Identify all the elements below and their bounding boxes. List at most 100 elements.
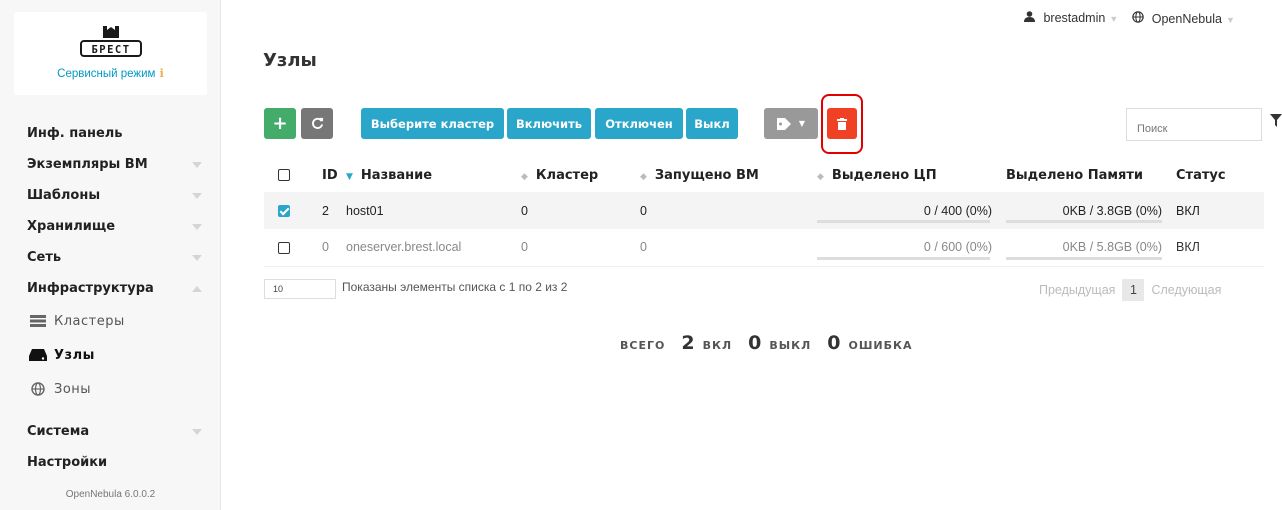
- checkbox-icon: [278, 169, 290, 181]
- tag-icon: [776, 117, 791, 130]
- sidebar-item-settings[interactable]: Настройки: [27, 447, 202, 478]
- cpu-meter-text: 0 / 400 (0%): [923, 203, 992, 218]
- column-id[interactable]: ID: [302, 158, 346, 192]
- table-row[interactable]: 0 oneserver.brest.local 0 0 0 / 600 (0%)…: [264, 229, 1264, 267]
- search-input[interactable]: [1126, 108, 1262, 141]
- chevron-down-icon: [192, 223, 202, 230]
- chevron-down-icon: [192, 254, 202, 261]
- page-number-button[interactable]: 1: [1122, 279, 1145, 301]
- enable-button[interactable]: Включить: [507, 108, 591, 139]
- disable-button[interactable]: Отключен: [595, 108, 683, 139]
- column-label: Статус: [1176, 167, 1226, 183]
- sidebar-item-label: Узлы: [54, 347, 95, 363]
- sidebar-item-storage[interactable]: Хранилище: [27, 211, 202, 242]
- service-mode-label: Сервисный режим: [57, 68, 156, 80]
- zone-name: OpenNebula: [1151, 12, 1222, 26]
- page-title: Узлы: [263, 50, 317, 71]
- zone-menu[interactable]: OpenNebula ▼: [1132, 11, 1235, 26]
- sidebar-item-vms[interactable]: Экземпляры ВМ: [27, 149, 202, 180]
- refresh-button[interactable]: [301, 108, 333, 139]
- logo-text: БРЕСТ: [91, 44, 130, 56]
- sort-icon: ◆: [817, 171, 824, 182]
- cpu-meter-bar: [817, 220, 990, 223]
- sidebar-item-label: Кластеры: [54, 313, 125, 329]
- sidebar-item-label: Хранилище: [27, 219, 116, 234]
- column-label: Запущено ВМ: [654, 167, 759, 183]
- memory-meter-text: 0KB / 5.8GB (0%): [1062, 240, 1162, 255]
- column-running-vms[interactable]: ◆ Запущено ВМ: [640, 158, 817, 192]
- row-checkbox[interactable]: [264, 229, 302, 267]
- pagination: Предыдущая 1 Следующая: [1039, 279, 1221, 301]
- cell-name: oneserver.brest.local: [346, 229, 521, 267]
- sidebar-item-zones[interactable]: Зоны: [27, 372, 202, 406]
- checkbox-checked-icon: [278, 205, 290, 218]
- sidebar-item-templates[interactable]: Шаблоны: [27, 180, 202, 211]
- cell-vms: 0: [640, 192, 817, 229]
- cell-memory: 0KB / 5.8GB (0%): [1006, 229, 1176, 267]
- select-cluster-button[interactable]: Выберите кластер: [361, 108, 504, 139]
- sort-desc-icon: ▼: [346, 171, 353, 182]
- column-status[interactable]: Статус: [1176, 158, 1264, 192]
- summary-error-label: ОШИБКА: [848, 339, 913, 352]
- labels-dropdown-button[interactable]: ▼: [764, 108, 818, 139]
- page-size-select[interactable]: 10: [264, 279, 336, 299]
- table-header: ID ▼ Название ◆ Кластер ◆ Запущено ВМ ◆ Выде…: [264, 158, 1264, 192]
- hosts-table: ID ▼ Название ◆ Кластер ◆ Запущено ВМ ◆ Выде…: [264, 158, 1264, 267]
- cell-cluster: 0: [521, 192, 640, 229]
- column-label: Кластер: [535, 167, 599, 183]
- sidebar-item-label: Инф. панель: [27, 126, 123, 141]
- caret-down-icon: ▼: [1109, 14, 1119, 24]
- summary-total-label: ВСЕГО: [620, 339, 666, 352]
- cell-name: host01: [346, 192, 521, 229]
- cell-vms: 0: [640, 229, 817, 267]
- cell-cluster: 0: [521, 229, 640, 267]
- column-label: Название: [360, 167, 433, 183]
- column-label: ID: [322, 167, 338, 183]
- table-row[interactable]: 2 host01 0 0 0 / 400 (0%) 0KB / 3.8GB (0…: [264, 192, 1264, 229]
- sidebar-item-label: Система: [27, 424, 90, 439]
- summary-off-label: ВЫКЛ: [769, 339, 812, 352]
- sidebar-item-hosts[interactable]: Узлы: [27, 338, 202, 372]
- next-page-button[interactable]: Следующая: [1151, 283, 1221, 297]
- summary-on-label: ВКЛ: [702, 339, 733, 352]
- off-button[interactable]: Выкл: [686, 108, 738, 139]
- user-icon: [1024, 11, 1035, 22]
- version-text: OpenNebula 6.0.0.2: [65, 489, 156, 500]
- sidebar-menu: Инф. панель Экземпляры ВМ Шаблоны Хранил…: [27, 118, 202, 478]
- brest-logo-icon: БРЕСТ: [79, 26, 142, 57]
- memory-meter-text: 0KB / 3.8GB (0%): [1062, 203, 1162, 218]
- prev-page-button[interactable]: Предыдущая: [1039, 283, 1115, 297]
- sidebar-item-label: Зоны: [54, 381, 92, 397]
- chevron-down-icon: [192, 192, 202, 199]
- delete-button-highlight: [821, 94, 863, 154]
- logo[interactable]: БРЕСТ Сервисный режим ℹ: [14, 12, 207, 95]
- refresh-icon: [311, 117, 323, 129]
- hdd-icon: [29, 349, 47, 361]
- hosts-summary: ВСЕГО 2 ВКЛ 0 ВЫКЛ 0 ОШИБКА: [620, 332, 913, 354]
- service-mode[interactable]: Сервисный режим ℹ: [14, 66, 207, 80]
- info-icon[interactable]: ℹ: [159, 68, 163, 80]
- chevron-down-icon: [192, 161, 202, 168]
- sidebar-item-clusters[interactable]: Кластеры: [27, 304, 202, 338]
- column-cpu[interactable]: ◆ Выделено ЦП: [817, 158, 1006, 192]
- select-all-checkbox[interactable]: [264, 158, 302, 192]
- table-info: Показаны элементы списка с 1 по 2 из 2: [342, 280, 568, 294]
- sidebar-item-dashboard[interactable]: Инф. панель: [27, 118, 202, 149]
- column-cluster[interactable]: ◆ Кластер: [521, 158, 640, 192]
- sidebar-item-network[interactable]: Сеть: [27, 242, 202, 273]
- user-menu[interactable]: brestadmin ▼: [1024, 11, 1118, 26]
- cpu-meter-text: 0 / 600 (0%): [923, 240, 992, 255]
- filter-icon[interactable]: [1270, 114, 1282, 128]
- sidebar: БРЕСТ Сервисный режим ℹ Инф. панель Экзем…: [0, 0, 221, 510]
- add-button[interactable]: +: [264, 108, 296, 139]
- chevron-down-icon: [192, 428, 202, 435]
- sidebar-item-system[interactable]: Система: [27, 416, 202, 447]
- row-checkbox[interactable]: [264, 192, 302, 229]
- column-memory[interactable]: Выделено Памяти: [1006, 158, 1176, 192]
- sidebar-item-infrastructure[interactable]: Инфраструктура: [27, 273, 202, 304]
- cell-cpu: 0 / 400 (0%): [817, 192, 1006, 229]
- column-name[interactable]: ▼ Название: [346, 158, 521, 192]
- summary-off-value: 0: [748, 332, 762, 354]
- caret-down-icon: ▼: [1225, 15, 1235, 25]
- page-size-value: 10: [273, 284, 284, 294]
